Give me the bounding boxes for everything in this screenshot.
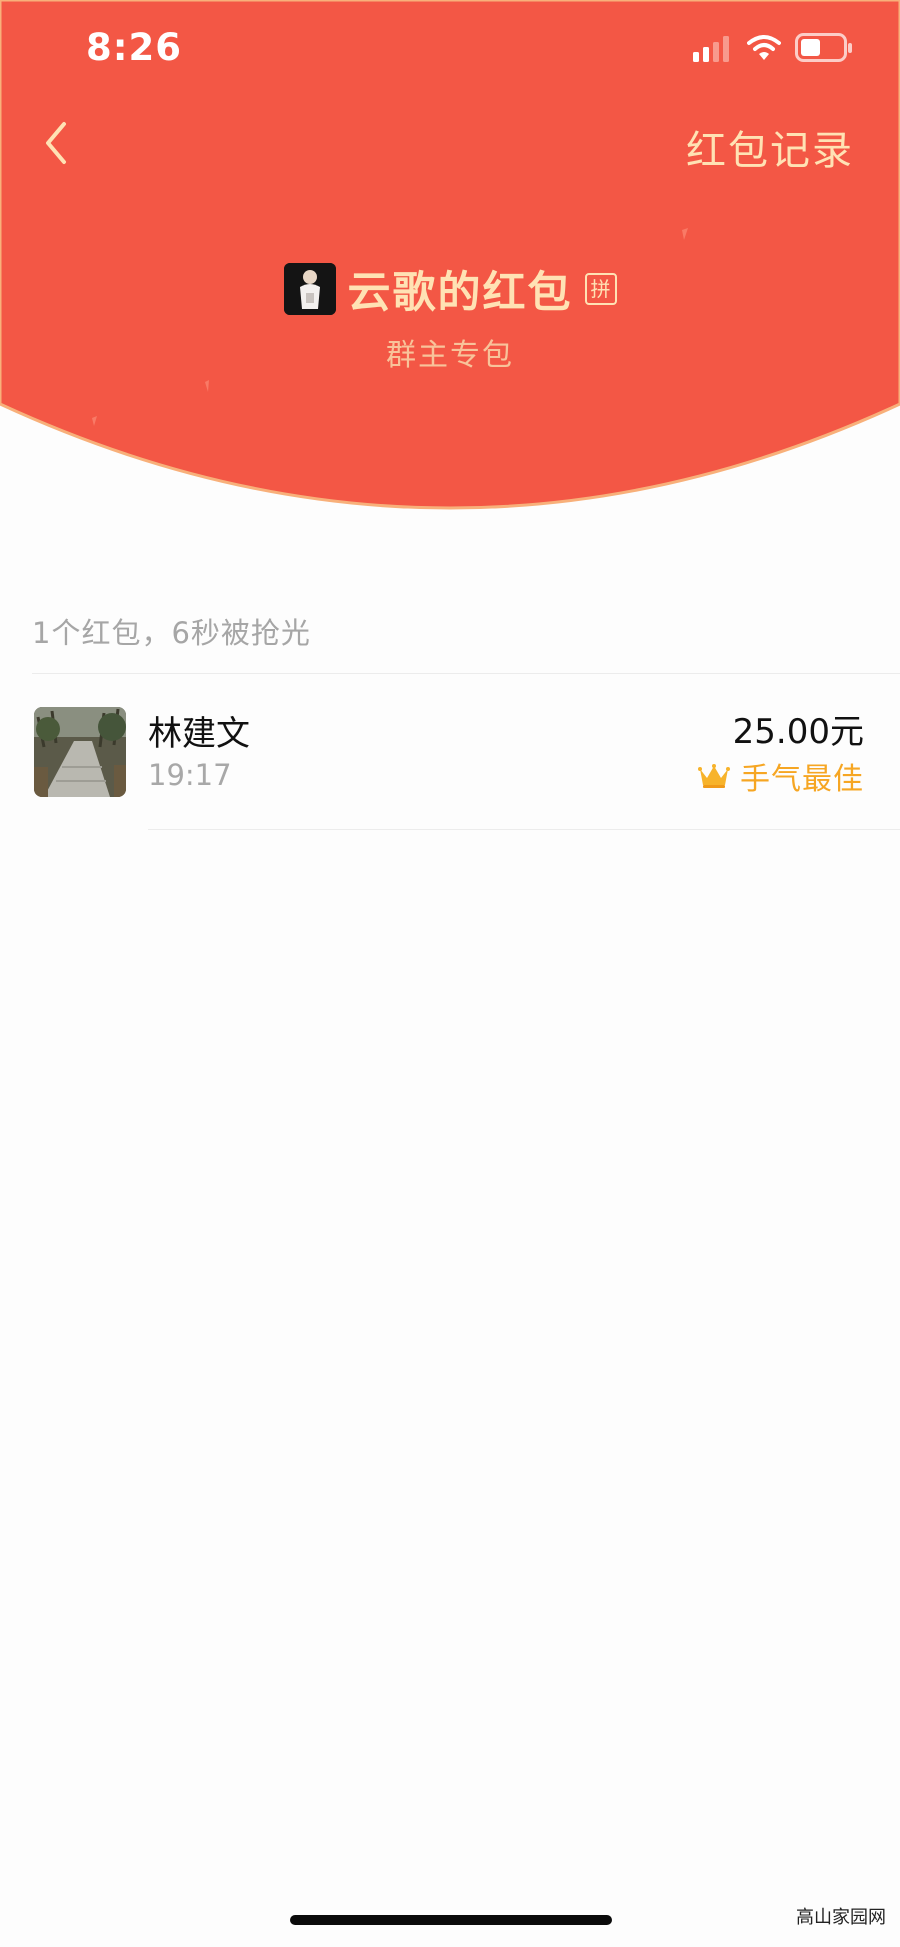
header-background (0, 0, 900, 510)
chevron-left-icon (46, 122, 66, 164)
packet-summary: 1个红包，6秒被抢光 (32, 616, 311, 650)
recipient-name: 林建文 (148, 714, 250, 754)
crown-icon (698, 764, 730, 788)
back-button[interactable] (38, 118, 78, 168)
avatar (34, 707, 126, 797)
wifi-icon (747, 35, 781, 60)
sender-subtitle: 群主专包 (386, 338, 514, 373)
receive-time: 19:17 (148, 758, 232, 792)
sender-info: 云歌的红包 拼 (0, 258, 900, 320)
watermark: 高山家园网 (796, 1907, 886, 1928)
divider (148, 829, 900, 830)
best-luck-badge: 手气最佳 (698, 754, 864, 798)
sender-title: 云歌的红包 (347, 268, 573, 318)
home-indicator[interactable] (290, 1915, 612, 1925)
list-item[interactable]: 林建文 19:17 25.00元 手气最佳 (0, 674, 900, 830)
pin-badge: 拼 (584, 273, 617, 305)
red-packet-records-button[interactable]: 红包记录 (686, 118, 854, 176)
status-time: 8:26 (86, 26, 183, 69)
sender-avatar (283, 263, 336, 315)
cellular-signal-icon (693, 36, 729, 62)
received-amount: 25.00元 (732, 712, 864, 752)
battery-icon (795, 33, 852, 62)
best-luck-label: 手气最佳 (740, 762, 864, 797)
